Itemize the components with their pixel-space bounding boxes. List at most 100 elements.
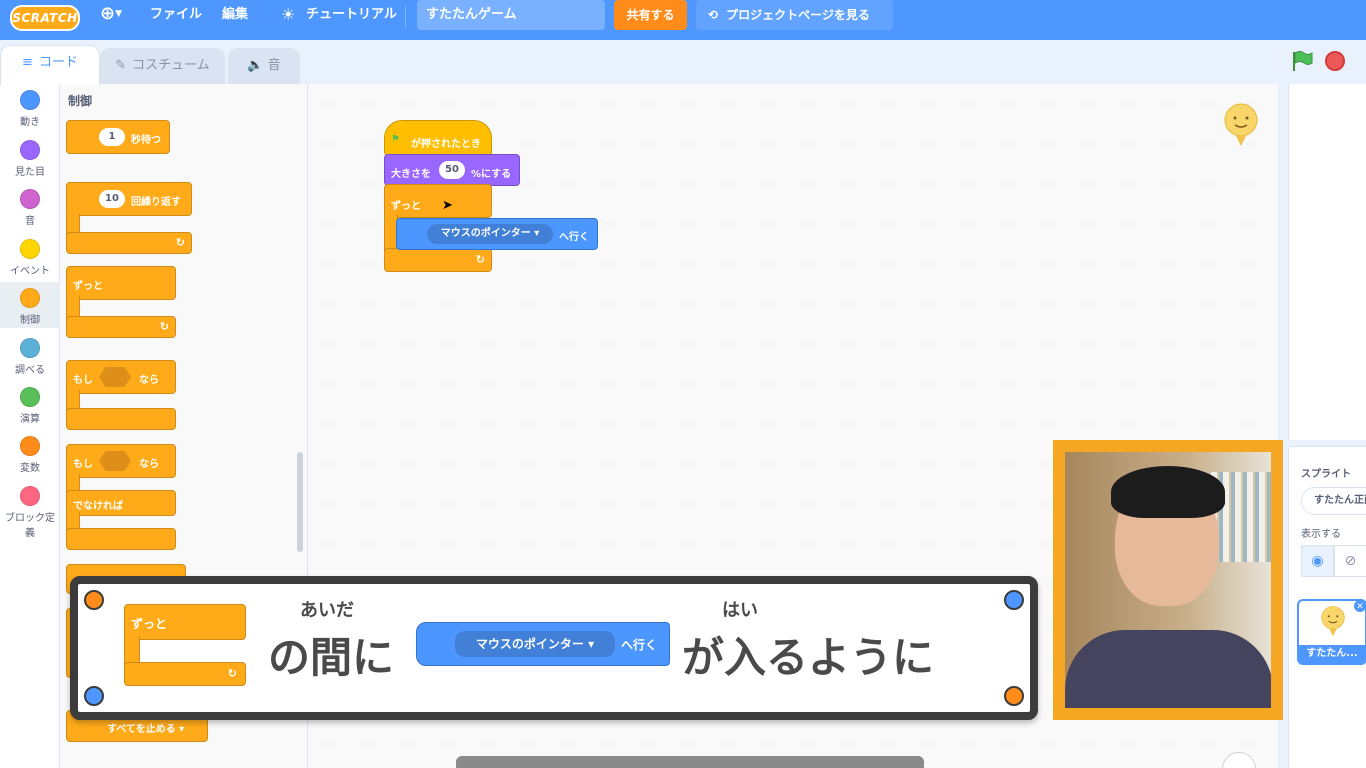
green-flag-icon[interactable] — [1290, 50, 1314, 72]
sprite-card-name: すたたん... — [1299, 645, 1365, 663]
stop-icon[interactable] — [1325, 51, 1345, 71]
category-sensing-label: 調べる — [15, 365, 45, 376]
my-blocks-dot-icon — [20, 486, 40, 506]
caption-overlay: ずっと ↻ あいだ の間に マウスのポインター ▾ へ行く はい が入るように — [70, 576, 1038, 720]
category-motion-label: 動き — [20, 117, 40, 128]
show-eye-icon[interactable]: ◉ — [1301, 545, 1334, 577]
if-else-then-label: なら — [139, 459, 159, 470]
forever-label: ずっと — [73, 281, 103, 292]
tab-costumes[interactable]: ✎ コスチューム — [100, 48, 225, 84]
sprite-info-pane: スプライト すたたん正面 表示する ◉ ⊘ ✕ すたたん... — [1288, 446, 1366, 768]
loop-arrow-icon: ↻ — [159, 320, 169, 333]
menu-bar: SCRATCH ⊕▼ ファイル 編集 ☀ チュートリアル すたたんゲーム 共有す… — [0, 0, 1366, 40]
tutorial-menu[interactable]: チュートリアル — [306, 0, 397, 30]
go-to-target-dropdown[interactable]: マウスのポインター ▾ — [427, 224, 553, 244]
forever-block[interactable]: ずっと — [66, 266, 176, 300]
category-events-label: イベント — [10, 266, 50, 277]
rivet-icon — [1004, 590, 1024, 610]
caption-forever-foot: ↻ — [124, 662, 246, 686]
category-sound[interactable]: 音 — [0, 189, 60, 227]
scratch-logo[interactable]: SCRATCH — [10, 5, 80, 31]
tab-code-label: コード — [38, 55, 78, 70]
when-flag-clicked-block[interactable]: ⚑ が押されたとき — [384, 120, 492, 156]
size-value-input[interactable]: 50 — [439, 161, 465, 179]
sprite-card[interactable]: ✕ すたたん... — [1297, 599, 1366, 665]
sensing-dot-icon — [20, 338, 40, 358]
tab-sounds[interactable]: 🔈 音 — [228, 48, 300, 84]
presenter-shirt — [1065, 630, 1271, 708]
caption-ruby-1: あいだ — [300, 600, 354, 621]
category-sensing[interactable]: 調べる — [0, 338, 60, 376]
when-flag-label: が押されたとき — [411, 139, 481, 150]
category-control[interactable]: 制御 — [0, 282, 60, 328]
delete-sprite-icon[interactable]: ✕ — [1353, 601, 1365, 613]
show-label: 表示する — [1301, 529, 1341, 540]
caption-ruby-2: はい — [722, 600, 758, 621]
caption-go-to-value: マウスのポインター — [475, 637, 584, 651]
category-my-blocks-label: ブロック定義 — [5, 513, 55, 539]
variables-dot-icon — [20, 436, 40, 456]
code-icon: ≡ — [22, 55, 33, 70]
set-size-block[interactable]: 大きさを 50 %にする — [384, 154, 520, 186]
category-variables-label: 変数 — [20, 463, 40, 474]
hide-eye-icon[interactable]: ⊘ — [1334, 545, 1366, 577]
if-then-label: なら — [139, 375, 159, 386]
set-size-unit: %にする — [471, 169, 512, 180]
if-else-condition-slot[interactable] — [99, 451, 131, 471]
rivet-icon — [84, 590, 104, 610]
stop-label[interactable]: すべてを止める ▾ — [107, 720, 184, 735]
sprite-name-field[interactable]: すたたん正面 — [1301, 487, 1366, 515]
wait-block[interactable]: 1 秒待つ — [66, 120, 170, 154]
repeat-label: 回繰り返す — [131, 197, 181, 208]
caption-go-to-block: マウスのポインター ▾ へ行く — [416, 622, 670, 666]
caption-forever-label: ずっと — [131, 617, 168, 631]
looks-dot-icon — [20, 140, 40, 160]
tab-code[interactable]: ≡ コード — [0, 45, 100, 85]
flag-icon: ⚑ — [391, 134, 400, 145]
sound-dot-icon — [20, 189, 40, 209]
if-else-label: もし — [73, 459, 93, 470]
category-motion[interactable]: 動き — [0, 90, 60, 128]
category-variables[interactable]: 変数 — [0, 436, 60, 474]
repeat-block[interactable]: 10 回繰り返す — [66, 182, 192, 216]
wait-value[interactable]: 1 — [99, 128, 125, 146]
project-page-button[interactable]: ⟲ プロジェクトページを見る — [696, 0, 893, 30]
go-to-label: へ行く — [559, 232, 589, 243]
presenter-video-frame — [1065, 452, 1271, 708]
presenter-video — [1053, 440, 1283, 720]
go-to-block[interactable]: マウスのポインター ▾ へ行く — [396, 218, 598, 250]
lightbulb-icon: ☀ — [281, 5, 296, 24]
category-looks[interactable]: 見た目 — [0, 140, 60, 178]
tab-costumes-label: コスチューム — [132, 58, 210, 73]
script-forever-block[interactable]: ずっと — [384, 184, 492, 218]
category-my-blocks[interactable]: ブロック定義 — [0, 486, 60, 539]
category-control-label: 制御 — [20, 315, 40, 326]
sprite-label: スプライト — [1301, 469, 1351, 480]
sprite-preview-icon — [1224, 103, 1258, 146]
stage[interactable] — [1288, 84, 1366, 440]
go-to-target-value: マウスのポインター — [440, 228, 531, 239]
edit-menu[interactable]: 編集 — [222, 0, 248, 30]
loop-arrow-icon: ↻ — [175, 236, 185, 249]
mouse-cursor-icon: ➤ — [442, 198, 453, 213]
project-title-input[interactable]: すたたんゲーム — [417, 0, 605, 30]
category-events[interactable]: イベント — [0, 239, 60, 277]
category-looks-label: 見た目 — [15, 167, 45, 178]
language-globe-icon[interactable]: ⊕▼ — [100, 0, 122, 29]
motion-dot-icon — [20, 90, 40, 110]
else-row: でなければ — [66, 490, 176, 516]
speaker-icon: 🔈 — [247, 58, 264, 73]
presenter-hair — [1111, 466, 1225, 518]
category-operators[interactable]: 演算 — [0, 387, 60, 425]
if-else-block[interactable]: もし なら — [66, 444, 176, 478]
if-block[interactable]: もし なら — [66, 360, 176, 394]
file-menu[interactable]: ファイル — [150, 0, 202, 30]
caption-forever-block: ずっと — [124, 604, 246, 640]
repeat-value[interactable]: 10 — [99, 190, 125, 208]
forever-block-foot: ↻ — [66, 316, 176, 338]
if-condition-slot[interactable] — [99, 367, 131, 387]
palette-scrollbar[interactable] — [297, 452, 303, 552]
category-sound-label: 音 — [25, 216, 35, 227]
share-button[interactable]: 共有する — [614, 0, 687, 30]
brush-icon: ✎ — [115, 58, 127, 73]
